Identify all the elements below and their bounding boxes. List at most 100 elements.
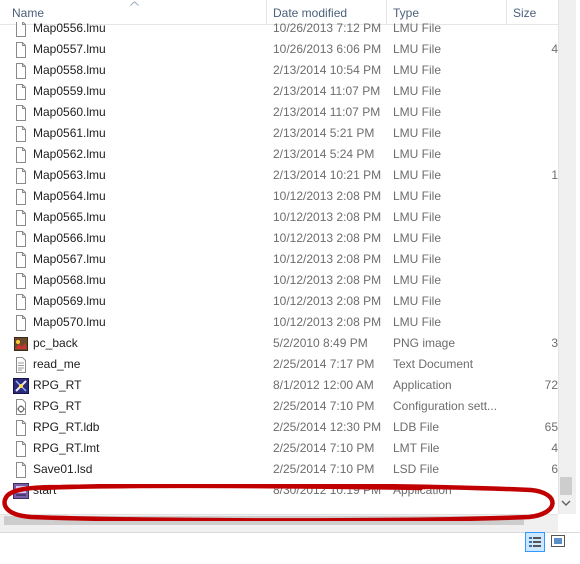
file-size xyxy=(515,144,558,165)
column-divider[interactable] xyxy=(506,0,507,24)
file-row[interactable]: RPG_RT 2/25/2014 7:10 PM Configuration s… xyxy=(0,396,558,417)
file-date: 2/13/2014 5:21 PM xyxy=(273,126,375,140)
file-name: RPG_RT xyxy=(33,378,82,392)
large-icons-view-button[interactable] xyxy=(549,532,567,550)
vertical-scroll-thumb[interactable] xyxy=(560,477,572,495)
file-date: 10/12/2013 2:08 PM xyxy=(273,294,382,308)
column-header-date-modified[interactable]: Date modified xyxy=(273,0,347,24)
details-view-icon xyxy=(529,537,541,547)
file-name: pc_back xyxy=(33,336,78,350)
document-icon xyxy=(13,231,29,247)
column-divider[interactable] xyxy=(386,0,387,24)
file-size xyxy=(515,249,558,270)
file-date: 2/25/2014 7:17 PM xyxy=(273,357,375,371)
file-type: Configuration sett... xyxy=(393,399,498,413)
file-type: Application xyxy=(393,378,452,392)
file-list: Map0556.lmu 10/26/2013 7:12 PM LMU File … xyxy=(0,22,558,514)
file-row[interactable]: Map0557.lmu 10/26/2013 6:06 PM LMU File … xyxy=(0,39,558,60)
file-name: Map0570.lmu xyxy=(33,315,106,329)
file-name: start xyxy=(33,483,57,497)
file-row[interactable]: Map0564.lmu 10/12/2013 2:08 PM LMU File xyxy=(0,186,558,207)
large-icons-view-icon xyxy=(551,535,565,547)
file-date: 10/12/2013 2:08 PM xyxy=(273,189,382,203)
file-date: 10/12/2013 2:08 PM xyxy=(273,273,382,287)
file-size xyxy=(515,123,558,144)
file-type: LMU File xyxy=(393,63,442,77)
file-row[interactable]: Save01.lsd 2/25/2014 7:10 PM LSD File 6 xyxy=(0,459,558,480)
file-type: LMU File xyxy=(393,84,442,98)
column-header-name[interactable]: Name xyxy=(12,0,44,24)
file-row[interactable]: Map0558.lmu 2/13/2014 10:54 PM LMU File xyxy=(0,60,558,81)
column-header-type[interactable]: Type xyxy=(393,0,419,24)
file-size xyxy=(515,186,558,207)
vertical-scrollbar[interactable] xyxy=(558,0,576,514)
file-date: 8/30/2012 10:19 PM xyxy=(273,483,382,497)
file-row[interactable]: Map0569.lmu 10/12/2013 2:08 PM LMU File xyxy=(0,291,558,312)
file-size xyxy=(515,270,558,291)
file-name: Map0560.lmu xyxy=(33,105,106,119)
file-date: 2/13/2014 11:07 PM xyxy=(273,84,381,98)
file-row[interactable]: RPG_RT.lmt 2/25/2014 7:10 PM LMT File 4 xyxy=(0,438,558,459)
file-date: 10/26/2013 7:12 PM xyxy=(273,22,382,35)
file-date: 10/12/2013 2:08 PM xyxy=(273,210,382,224)
file-size: 4 xyxy=(551,441,558,455)
file-row[interactable]: Map0562.lmu 2/13/2014 5:24 PM LMU File xyxy=(0,144,558,165)
scroll-down-arrow-icon[interactable] xyxy=(561,499,571,507)
document-icon xyxy=(13,189,29,205)
file-name: Save01.lsd xyxy=(33,462,93,476)
text-file-icon xyxy=(13,357,29,373)
file-type: LDB File xyxy=(393,420,440,434)
file-date: 2/25/2014 7:10 PM xyxy=(273,399,375,413)
file-row[interactable]: RPG_RT 8/1/2012 12:00 AM Application 72 xyxy=(0,375,558,396)
sort-ascending-icon xyxy=(130,1,139,6)
file-row[interactable]: RPG_RT.ldb 2/25/2014 12:30 PM LDB File 6… xyxy=(0,417,558,438)
file-size xyxy=(515,81,558,102)
document-icon xyxy=(13,252,29,268)
file-date: 2/13/2014 5:24 PM xyxy=(273,147,375,161)
file-row[interactable]: Map0567.lmu 10/12/2013 2:08 PM LMU File xyxy=(0,249,558,270)
file-date: 2/25/2014 7:10 PM xyxy=(273,462,375,476)
file-size xyxy=(515,312,558,333)
document-icon xyxy=(13,273,29,289)
file-date: 8/1/2012 12:00 AM xyxy=(273,378,374,392)
document-icon xyxy=(13,126,29,142)
file-row[interactable]: Map0561.lmu 2/13/2014 5:21 PM LMU File xyxy=(0,123,558,144)
file-row[interactable]: Map0568.lmu 10/12/2013 2:08 PM LMU File xyxy=(0,270,558,291)
file-row[interactable]: pc_back 5/2/2010 8:49 PM PNG image 3 xyxy=(0,333,558,354)
document-icon xyxy=(13,462,29,478)
file-row[interactable]: Map0556.lmu 10/26/2013 7:12 PM LMU File xyxy=(0,22,558,39)
file-size xyxy=(515,396,558,417)
column-divider[interactable] xyxy=(266,0,267,24)
file-type: LMU File xyxy=(393,273,442,287)
file-row[interactable]: Map0560.lmu 2/13/2014 11:07 PM LMU File xyxy=(0,102,558,123)
file-name: Map0565.lmu xyxy=(33,210,106,224)
file-name: Map0559.lmu xyxy=(33,84,106,98)
file-name: Map0564.lmu xyxy=(33,189,106,203)
file-name: Map0563.lmu xyxy=(33,168,106,182)
file-row[interactable]: Map0566.lmu 10/12/2013 2:08 PM LMU File xyxy=(0,228,558,249)
start-app-icon xyxy=(13,483,29,499)
file-size xyxy=(515,207,558,228)
status-bar xyxy=(0,532,580,564)
file-size xyxy=(515,291,558,312)
file-row[interactable]: Map0563.lmu 2/13/2014 10:21 PM LMU File … xyxy=(0,165,558,186)
details-view-button[interactable] xyxy=(525,532,545,552)
file-date: 2/13/2014 10:54 PM xyxy=(273,63,382,77)
file-date: 10/12/2013 2:08 PM xyxy=(273,231,382,245)
config-file-icon xyxy=(13,399,29,415)
horizontal-scroll-thumb[interactable] xyxy=(4,516,524,525)
document-icon xyxy=(13,105,29,121)
file-row[interactable]: read_me 2/25/2014 7:17 PM Text Document xyxy=(0,354,558,375)
file-row[interactable]: Map0570.lmu 10/12/2013 2:08 PM LMU File xyxy=(0,312,558,333)
file-row[interactable]: start 8/30/2012 10:19 PM Application xyxy=(0,480,558,501)
column-header-size[interactable]: Size xyxy=(513,0,536,24)
file-name: RPG_RT xyxy=(33,399,82,413)
document-icon xyxy=(13,147,29,163)
rpg-app-icon xyxy=(13,378,29,394)
file-name: Map0569.lmu xyxy=(33,294,106,308)
file-size: 72 xyxy=(544,378,558,392)
file-size: 3 xyxy=(551,336,558,350)
file-row[interactable]: Map0565.lmu 10/12/2013 2:08 PM LMU File xyxy=(0,207,558,228)
file-row[interactable]: Map0559.lmu 2/13/2014 11:07 PM LMU File xyxy=(0,81,558,102)
file-size xyxy=(515,228,558,249)
